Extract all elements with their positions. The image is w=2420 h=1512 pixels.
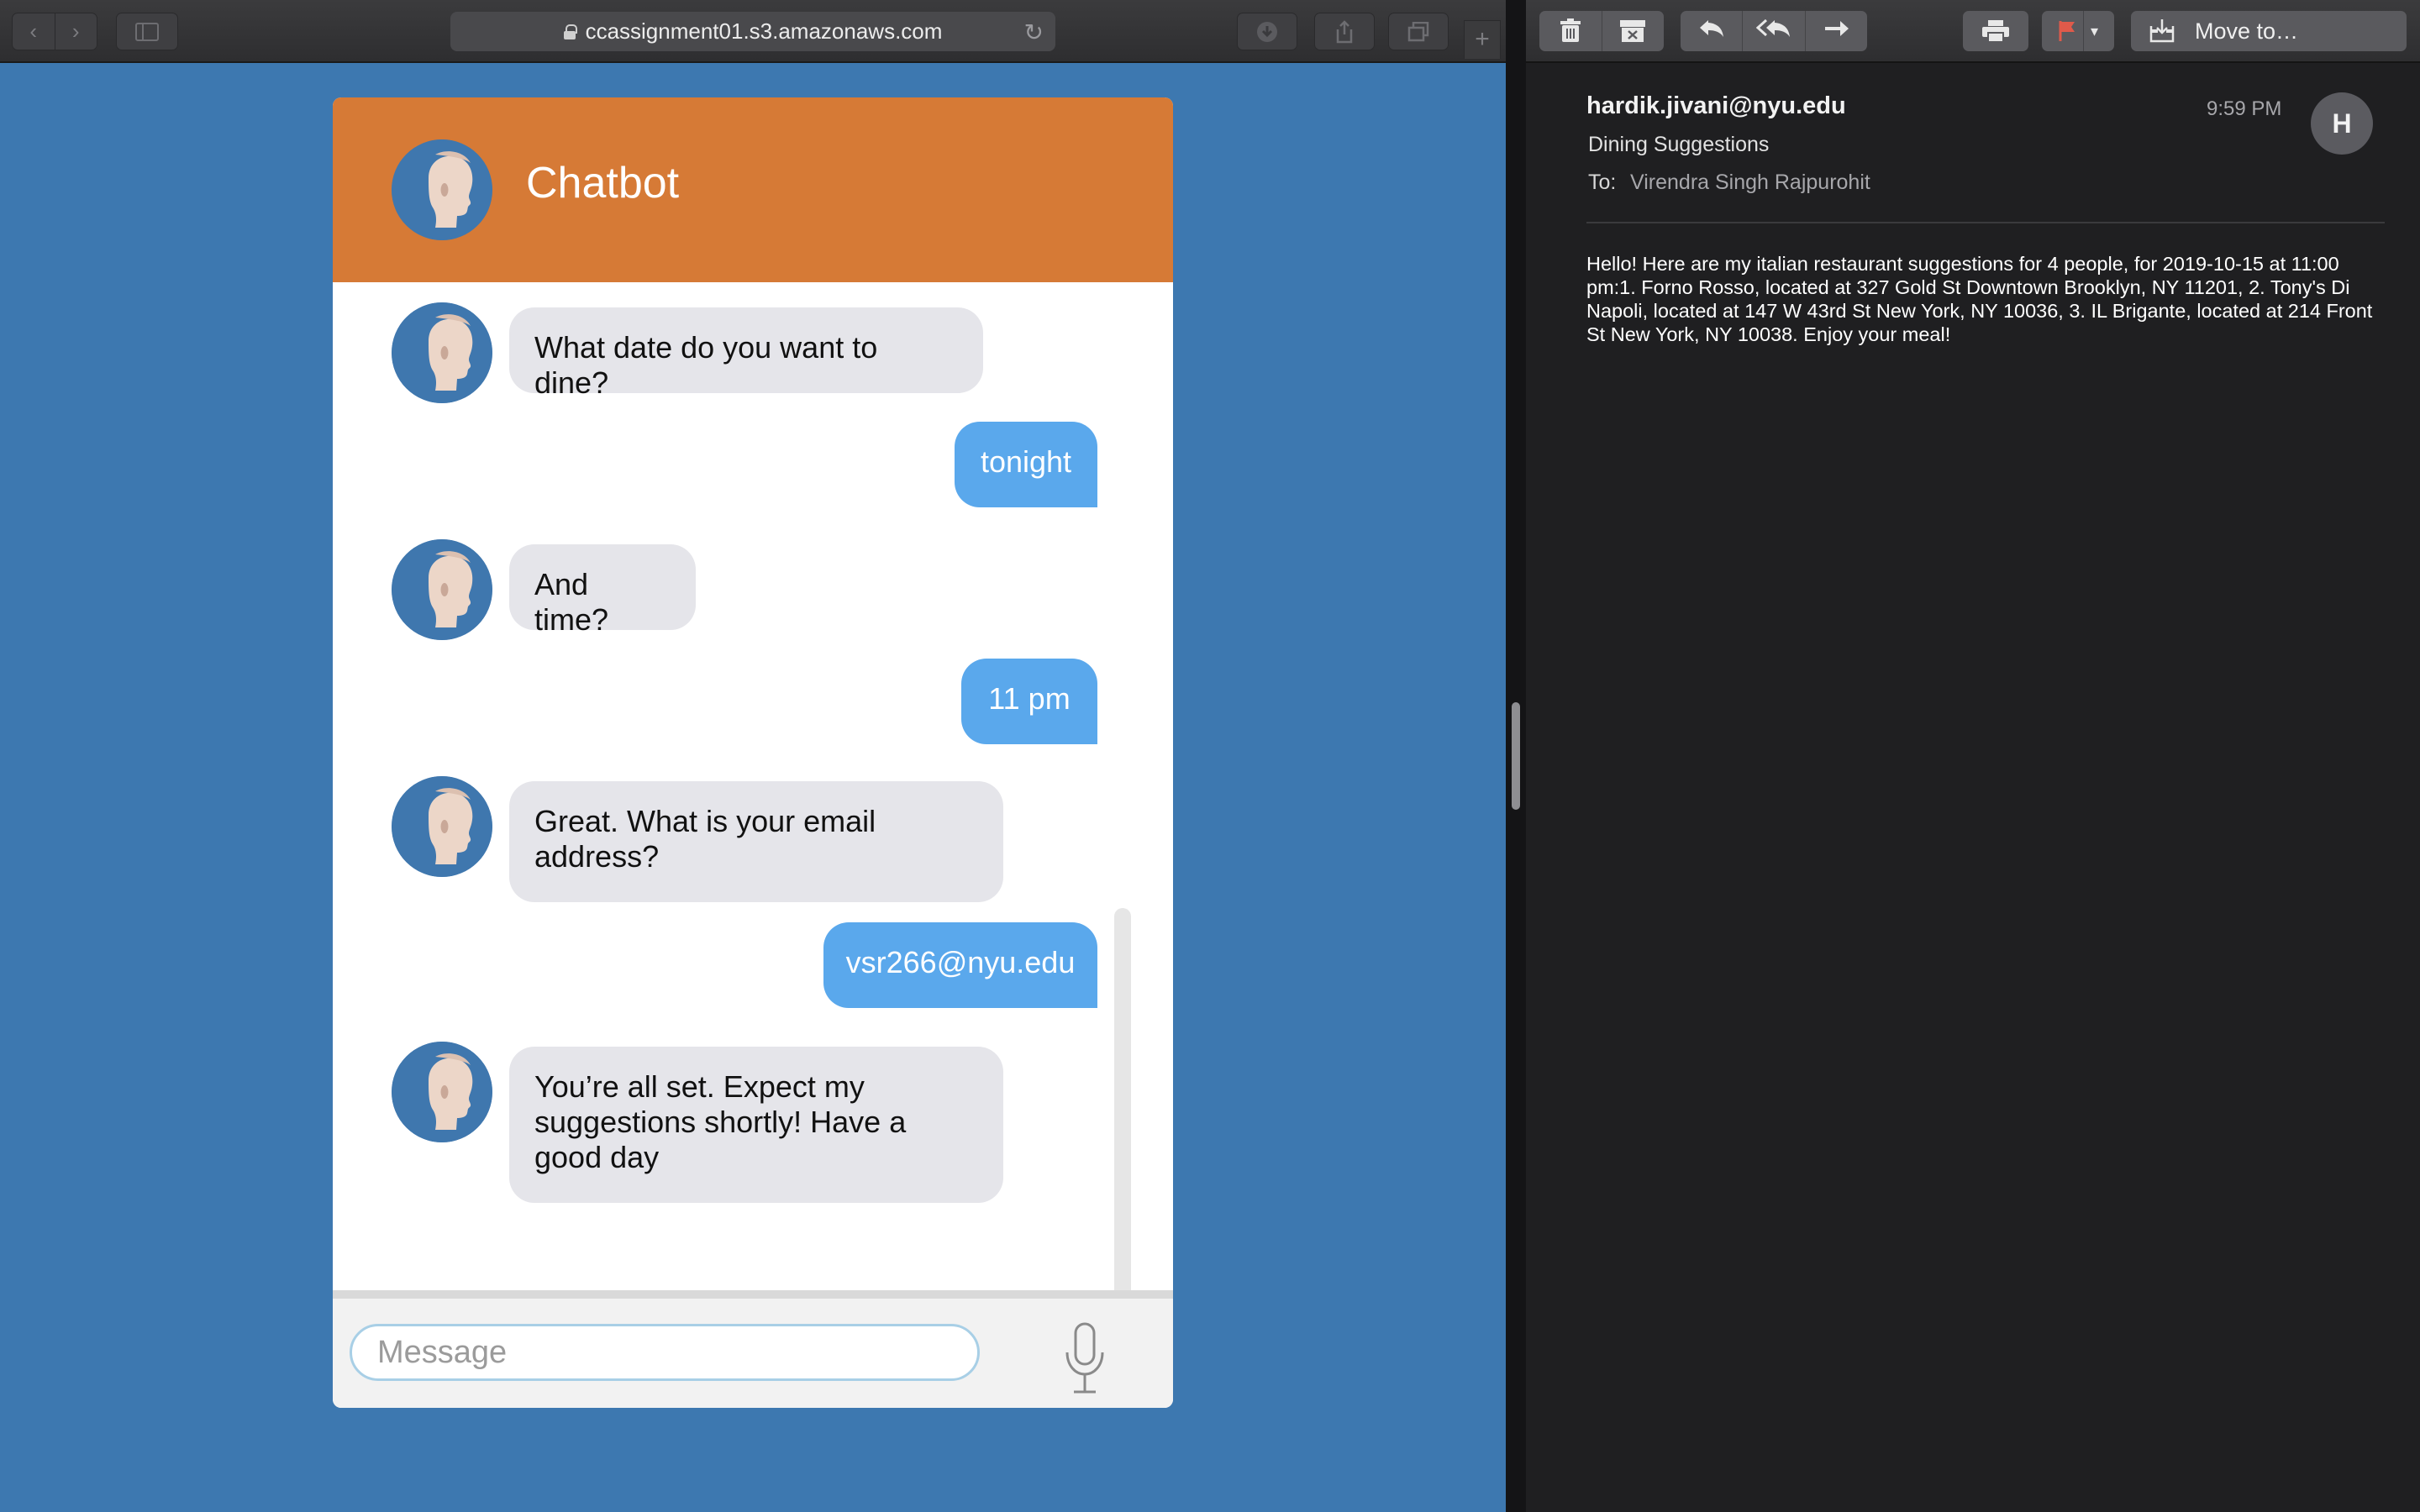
url-text: ccassignment01.s3.amazonaws.com <box>585 18 943 44</box>
to-label: To: <box>1588 171 1617 194</box>
flag-icon <box>2059 21 2075 41</box>
back-icon[interactable]: ‹ <box>13 18 55 45</box>
forward-icon[interactable]: › <box>55 18 97 45</box>
share-button[interactable] <box>1314 13 1375 50</box>
bot-avatar <box>392 302 492 403</box>
user-message: 11 pm <box>961 659 1097 744</box>
message-subject: Dining Suggestions <box>1588 133 1770 156</box>
move-to-button[interactable]: Move to… <box>2131 11 2407 51</box>
mail-window: ▾ Move to… hardik.jivani@nyu.edu Dining … <box>1526 0 2420 1512</box>
message-list: What date do you want to dine? tonight A… <box>333 282 1173 1388</box>
head-icon <box>392 302 492 403</box>
mail-toolbar: ▾ Move to… <box>1526 0 2420 63</box>
new-tab-icon[interactable]: + <box>1464 20 1501 59</box>
tabs-button[interactable] <box>1388 13 1449 50</box>
tabs-icon <box>1407 21 1429 41</box>
message-body: Hello! Here are my italian restaurant su… <box>1586 253 2373 345</box>
message-time: 9:59 PM <box>2207 97 2282 120</box>
print-icon <box>1982 20 2009 43</box>
delete-archive-group <box>1539 11 1664 51</box>
bot-message: Great. What is your email address? <box>509 781 1003 902</box>
recipient-name[interactable]: Virendra Singh Rajpurohit <box>1630 171 1870 195</box>
address-bar[interactable]: ccassignment01.s3.amazonaws.com ↻ <box>450 12 1055 51</box>
bot-avatar <box>392 539 492 640</box>
browser-toolbar: ‹ › ccassignment01.s3.amazonaws.com ↻ + <box>0 0 1506 63</box>
sidebar-icon <box>135 22 159 41</box>
forward-icon[interactable] <box>1806 17 1867 45</box>
chevron-down-icon[interactable]: ▾ <box>2091 23 2098 40</box>
browser-window: ‹ › ccassignment01.s3.amazonaws.com ↻ + <box>0 0 1506 1512</box>
chat-title: Chatbot <box>526 159 680 207</box>
sidebar-button[interactable] <box>116 13 178 50</box>
lock-icon <box>563 24 577 39</box>
flag-button[interactable]: ▾ <box>2042 11 2114 51</box>
bot-message: You’re all set. Expect my suggestions sh… <box>509 1047 1003 1203</box>
message-input[interactable] <box>350 1324 980 1381</box>
bot-avatar <box>392 1042 492 1142</box>
chat-header: Chatbot <box>333 97 1173 282</box>
move-to-label: Move to… <box>2195 18 2299 44</box>
reply-group <box>1681 11 1867 51</box>
head-icon <box>392 1042 492 1142</box>
download-icon <box>1257 21 1277 42</box>
user-message: tonight <box>955 422 1097 507</box>
bot-avatar <box>392 139 492 240</box>
move-icon <box>2149 19 2175 43</box>
bot-message: And time? <box>509 544 696 637</box>
download-button[interactable] <box>1237 13 1297 50</box>
message-scrollbar[interactable] <box>1114 908 1131 1341</box>
microphone-icon[interactable] <box>1055 1320 1114 1396</box>
reply-all-icon[interactable] <box>1743 17 1805 45</box>
chatbot-window: Chatbot What date do you want to dine? t… <box>333 97 1173 1408</box>
head-icon <box>392 776 492 877</box>
trash-icon[interactable] <box>1540 18 1602 44</box>
reload-icon[interactable]: ↻ <box>1024 18 1044 46</box>
split-handle[interactable] <box>1512 702 1520 810</box>
head-icon <box>392 139 492 240</box>
share-icon <box>1336 19 1353 43</box>
print-button[interactable] <box>1963 11 2028 51</box>
bot-message: What date do you want to dine? <box>509 307 983 400</box>
nav-buttons: ‹ › <box>12 13 97 50</box>
sender-avatar: H <box>2311 92 2373 155</box>
head-icon <box>392 539 492 640</box>
sender-address[interactable]: hardik.jivani@nyu.edu <box>1586 92 1846 120</box>
archive-icon[interactable] <box>1602 19 1664 43</box>
header-divider <box>1586 222 2385 223</box>
composer <box>333 1290 1173 1408</box>
user-message: vsr266@nyu.edu <box>823 922 1097 1008</box>
reply-icon[interactable] <box>1681 17 1742 45</box>
bot-avatar <box>392 776 492 877</box>
